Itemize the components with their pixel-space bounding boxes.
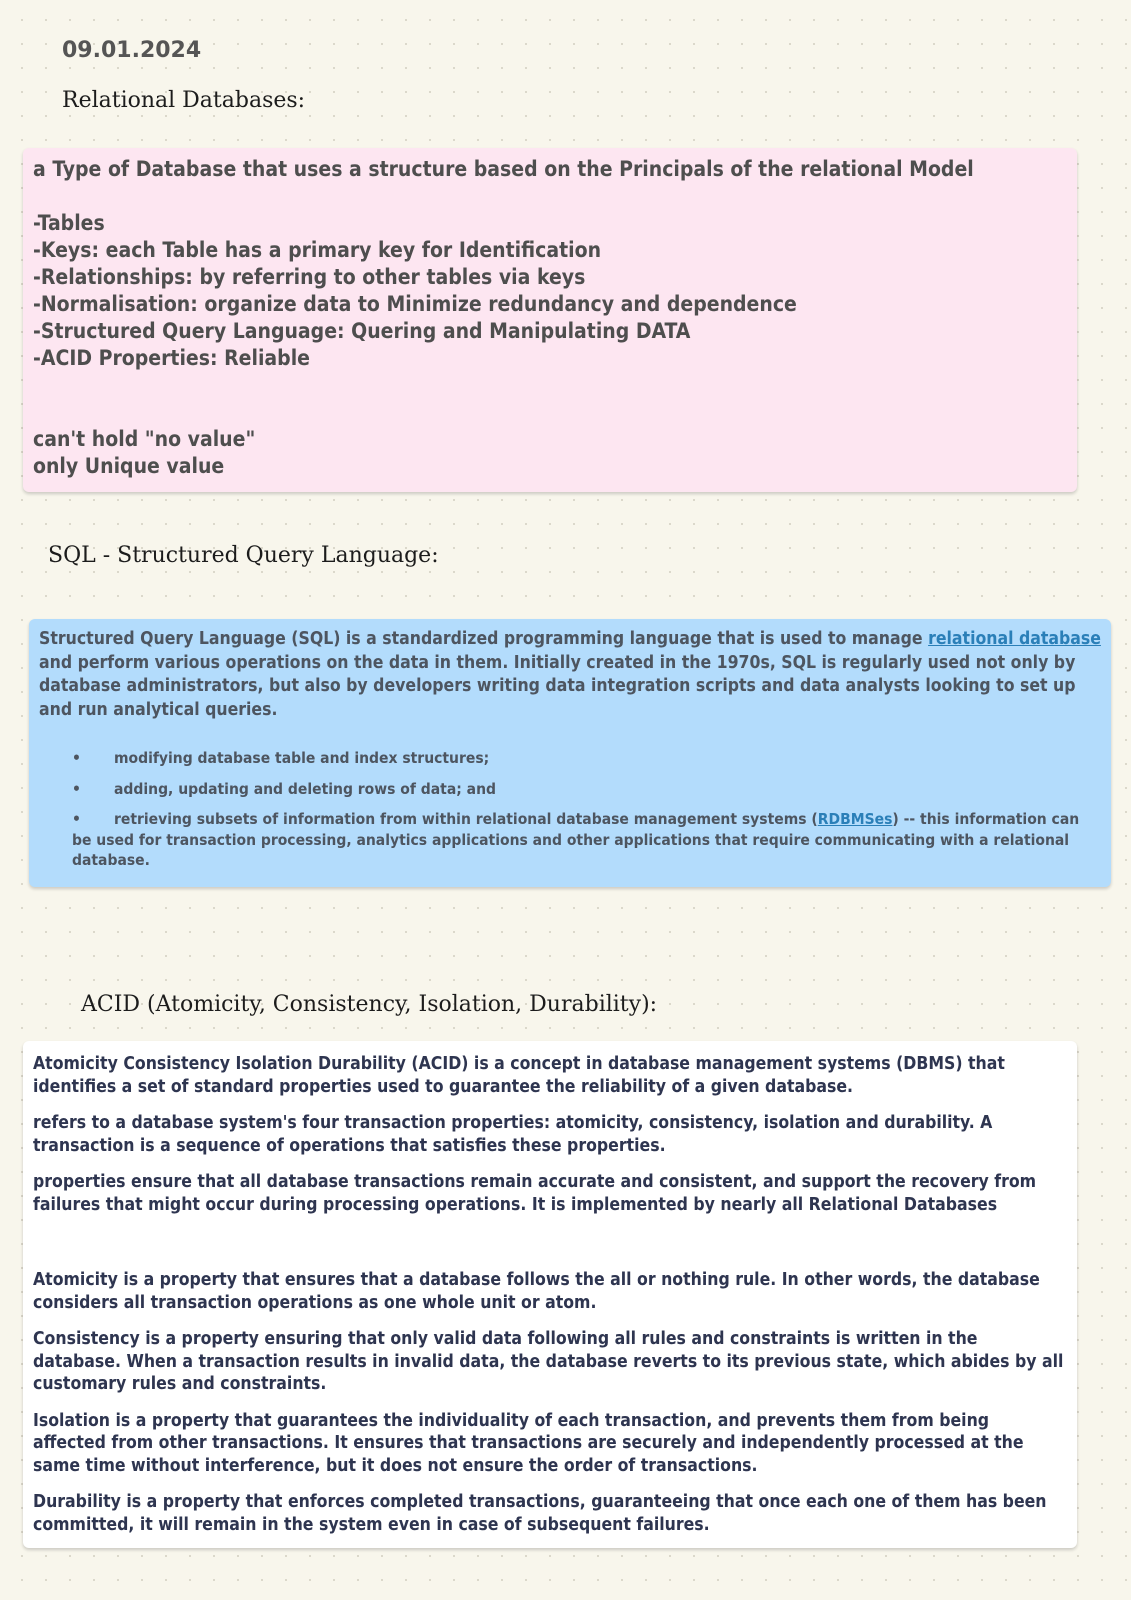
relational-item-sql: -Structured Query Language: Quering and … bbox=[33, 319, 691, 343]
note-date: 09.01.2024 bbox=[62, 38, 202, 63]
rdbmses-link[interactable]: RDBMSes bbox=[818, 810, 893, 828]
bullet-icon: • bbox=[72, 749, 81, 767]
relational-databases-note[interactable]: a Type of Database that uses a structure… bbox=[23, 148, 1077, 492]
acid-consistency: Consistency is a property ensuring that … bbox=[33, 1329, 1064, 1394]
acid-isolation: Isolation is a property that guarantees … bbox=[33, 1410, 1024, 1476]
sql-description: Structured Query Language (SQL) is a sta… bbox=[39, 629, 1101, 720]
sql-heading: SQL - Structured Query Language: bbox=[48, 543, 439, 568]
relational-database-link[interactable]: relational database bbox=[928, 629, 1101, 649]
relational-item-normalisation: -Normalisation: organize data to Minimiz… bbox=[33, 292, 797, 316]
acid-note[interactable]: Atomicity Consistency Isolation Durabili… bbox=[23, 1041, 1077, 1548]
relational-note-unique: only Unique value bbox=[33, 454, 225, 478]
list-item: • retrieving subsets of information from … bbox=[72, 810, 1080, 869]
acid-paragraph-properties: refers to a database system's four trans… bbox=[33, 1113, 993, 1156]
relational-item-keys: -Keys: each Table has a primary key for … bbox=[33, 238, 602, 262]
list-item: • modifying database table and index stru… bbox=[72, 749, 490, 767]
acid-atomicity: Atomicity is a property that ensures tha… bbox=[33, 1270, 1040, 1313]
relational-note-no-value: can't hold "no value" bbox=[33, 427, 256, 451]
acid-paragraph-definition: Atomicity Consistency Isolation Durabili… bbox=[33, 1054, 1005, 1097]
relational-intro: a Type of Database that uses a structure… bbox=[33, 157, 974, 181]
relational-databases-heading: Relational Databases: bbox=[62, 88, 306, 113]
list-item: • adding, updating and deleting rows of d… bbox=[72, 779, 496, 798]
sql-uses-list: • modifying database table and index stru… bbox=[39, 748, 1101, 871]
relational-item-relationships: -Relationships: by referring to other ta… bbox=[33, 265, 586, 289]
acid-paragraph-purpose: properties ensure that all database tran… bbox=[33, 1172, 1037, 1215]
relational-item-tables: -Tables bbox=[33, 211, 105, 235]
sql-note[interactable]: Structured Query Language (SQL) is a sta… bbox=[29, 619, 1111, 887]
acid-durability: Durability is a property that enforces c… bbox=[33, 1492, 1047, 1535]
bullet-icon: • bbox=[72, 810, 81, 828]
acid-heading: ACID (Atomicity, Consistency, Isolation,… bbox=[81, 992, 658, 1017]
relational-item-acid: -ACID Properties: Reliable bbox=[33, 346, 310, 370]
bullet-icon: • bbox=[72, 779, 81, 798]
